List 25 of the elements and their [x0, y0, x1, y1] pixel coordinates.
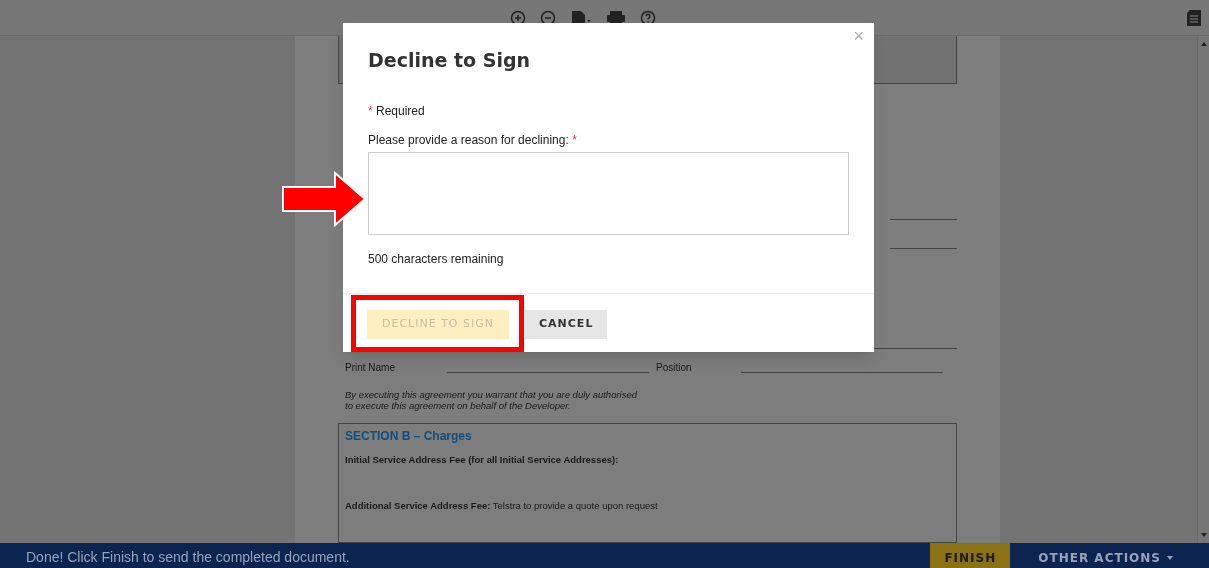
print-name-label: Print Name — [345, 361, 396, 375]
position-label: Position — [656, 361, 693, 375]
scroll-down-icon[interactable] — [1201, 533, 1207, 537]
other-actions-button[interactable]: OTHER ACTIONS — [1038, 548, 1173, 567]
dialog-title: Decline to Sign — [368, 48, 532, 72]
print-icon[interactable] — [606, 9, 626, 26]
document-icon[interactable] — [1187, 9, 1201, 26]
caret-icon — [1167, 555, 1173, 560]
scrollbar[interactable] — [1197, 36, 1209, 543]
scroll-up-icon[interactable] — [1201, 42, 1207, 46]
zoom-out-icon[interactable] — [540, 9, 556, 26]
section-title: SECTION B – Charges — [345, 428, 473, 445]
required-note: * Required — [368, 103, 426, 120]
character-counter: 500 characters remaining — [368, 251, 505, 268]
charge-row-text: Initial Service Address Fee (for all Initial Service Addresses): — [345, 453, 620, 467]
authorisation-note: By executing this agreement you warrant that you are duly authorised to execute this agreement on behalf of the Developer. — [344, 389, 639, 411]
finish-button[interactable]: FINISH — [930, 543, 1011, 568]
close-button[interactable]: × — [853, 27, 864, 45]
cancel-button[interactable]: CANCEL — [525, 310, 608, 339]
help-icon[interactable] — [640, 9, 656, 26]
charge-row-text: Additional Service Address Fee: Telstra to provide a quote upon request — [345, 499, 659, 514]
reason-field[interactable] — [368, 152, 849, 235]
field-label: Please provide a reason for declining: * — [368, 132, 578, 149]
status-message: Done! Click Finish to send the completed document. — [26, 548, 350, 567]
zoom-in-icon[interactable] — [510, 9, 526, 26]
